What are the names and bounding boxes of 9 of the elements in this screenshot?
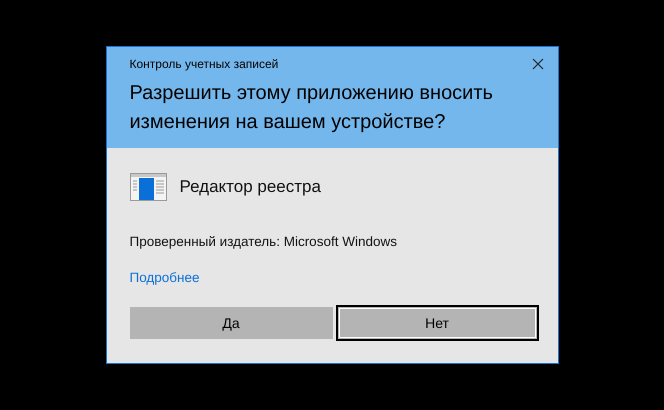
window-title: Контроль учетных записей: [130, 57, 278, 71]
dialog-button[interactable]: Да: [130, 307, 332, 339]
prompt-question: Разрешить этому приложению вносить изменения на вашем устройстве?: [130, 81, 494, 135]
registry-editor-icon: [130, 173, 166, 201]
app-name: Редактор реестра: [180, 177, 321, 197]
publisher-text: Проверенный издатель: Microsoft Windows: [130, 234, 398, 249]
dialog-button[interactable]: Нет: [336, 305, 538, 341]
details-link[interactable]: Подробнее: [130, 270, 200, 285]
close-icon[interactable]: [532, 58, 544, 70]
